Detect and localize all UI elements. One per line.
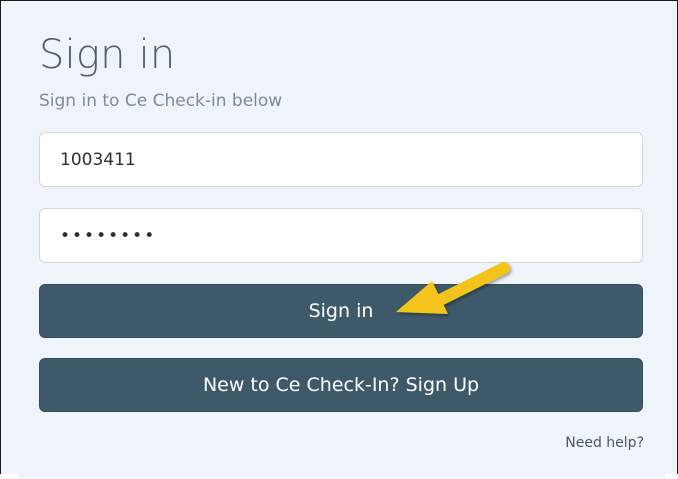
screenshot-frame: Sign in Sign in to Ce Check-in below Sig…: [0, 0, 678, 479]
need-help-link[interactable]: Need help?: [565, 435, 644, 451]
sign-up-button[interactable]: New to Ce Check-In? Sign Up: [39, 358, 643, 412]
sign-in-button[interactable]: Sign in: [39, 284, 643, 338]
username-input[interactable]: [39, 132, 643, 187]
sign-up-button-label: New to Ce Check-In? Sign Up: [202, 374, 480, 396]
sign-in-panel: Sign in Sign in to Ce Check-in below Sig…: [19, 19, 665, 479]
password-input[interactable]: [39, 208, 643, 263]
sign-in-button-label: Sign in: [308, 300, 374, 322]
page-subtitle: Sign in to Ce Check-in below: [39, 91, 283, 111]
page-title: Sign in: [39, 32, 176, 78]
